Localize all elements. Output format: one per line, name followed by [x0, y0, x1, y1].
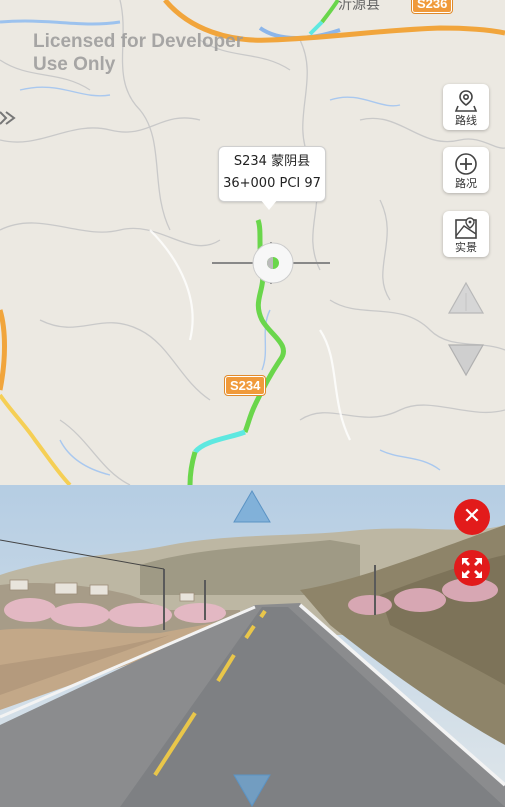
location-popup[interactable]: S234 蒙阴县 36+000 PCI 97 — [218, 146, 326, 202]
watermark-line-1: Licensed for Developer — [33, 31, 244, 52]
street-view-label: 实景 — [455, 241, 477, 254]
route-map-icon — [454, 90, 478, 112]
photo-forward-arrow-icon[interactable] — [232, 489, 272, 525]
traffic-button[interactable]: 路况 — [443, 147, 489, 193]
highway-shield-s236: S236 — [412, 0, 453, 13]
fullscreen-button[interactable] — [454, 550, 490, 586]
road-photo-image — [0, 485, 505, 807]
expand-icon — [462, 558, 482, 578]
street-view-button[interactable]: 实景 — [443, 211, 489, 257]
popup-road-name: S234 蒙阴县 — [233, 154, 311, 169]
route-label: 路线 — [455, 114, 477, 127]
photo-backward-arrow-icon[interactable] — [232, 773, 272, 807]
map-up-arrow-icon[interactable] — [447, 281, 485, 315]
developer-watermark: Licensed for Developer Use Only — [33, 30, 243, 76]
traffic-label: 路况 — [455, 177, 477, 190]
map-down-arrow-icon[interactable] — [447, 343, 485, 377]
highway-shield-s234: S234 — [225, 376, 266, 395]
watermark-line-2: Use Only — [33, 54, 116, 75]
close-icon: ✕ — [462, 504, 482, 529]
close-photo-button[interactable]: ✕ — [454, 499, 490, 535]
place-label: 沂源县 — [338, 0, 380, 13]
street-view-photo — [0, 485, 505, 807]
popup-pci-value: 36+000 PCI 97 — [223, 176, 321, 191]
add-traffic-icon — [455, 153, 477, 175]
map-view[interactable]: Licensed for Developer Use Only 沂源县 S236… — [0, 0, 505, 485]
crosshair-marker — [212, 242, 330, 284]
route-button[interactable]: 路线 — [443, 84, 489, 130]
street-view-icon — [455, 217, 477, 239]
popup-pointer — [260, 199, 278, 210]
